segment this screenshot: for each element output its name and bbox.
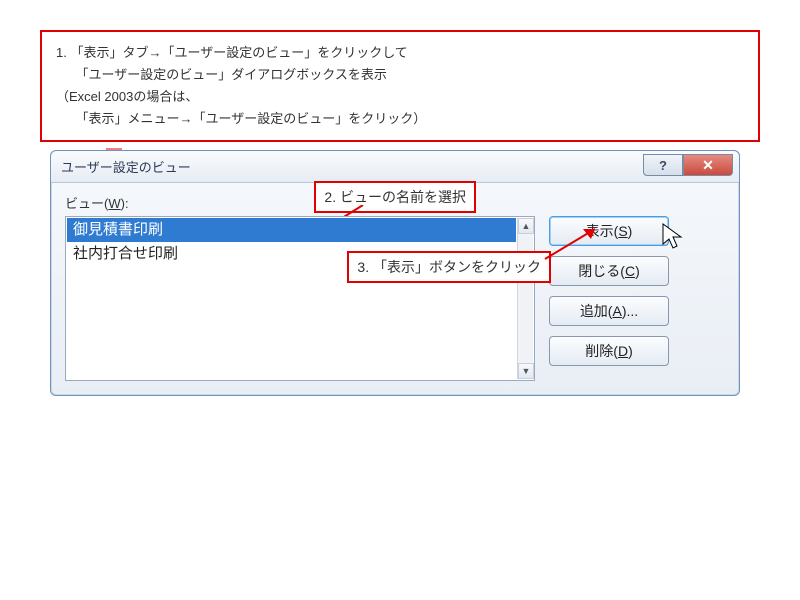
step1-callout: 1. 「表示」タブ→「ユーザー設定のビュー」をクリックして 「ユーザー設定のビュ… (40, 30, 760, 142)
window-close-button[interactable]: ✕ (683, 154, 733, 176)
close-button[interactable]: 閉じる(C) (549, 256, 669, 286)
step1-line2: 「ユーザー設定のビュー」ダイアログボックスを表示 (56, 64, 744, 86)
custom-views-dialog: ユーザー設定のビュー ? ✕ 2. ビューの名前を選択 ビュー(W) (50, 150, 740, 396)
listbox-scrollbar[interactable]: ▲ ▼ (517, 218, 533, 379)
add-button[interactable]: 追加(A)... (549, 296, 669, 326)
list-item[interactable]: 御見積書印刷 (67, 218, 516, 242)
scroll-down-button[interactable]: ▼ (518, 363, 534, 379)
step1-line1: 1. 「表示」タブ→「ユーザー設定のビュー」をクリックして (56, 42, 744, 64)
close-icon: ✕ (702, 157, 714, 174)
dialog-title: ユーザー設定のビュー (61, 157, 191, 176)
chevron-up-icon: ▲ (522, 221, 531, 231)
dialog-body: 2. ビューの名前を選択 ビュー(W): 御見積書印刷 社内打合せ印刷 (51, 183, 739, 395)
step1-line3: （Excel 2003の場合は、 (56, 86, 744, 108)
views-listbox[interactable]: 御見積書印刷 社内打合せ印刷 ▲ ▼ (65, 216, 535, 381)
step3-callout: 3. 「表示」ボタンをクリック (347, 251, 551, 283)
dialog-titlebar[interactable]: ユーザー設定のビュー ? ✕ (51, 151, 739, 183)
step1-line4: 「表示」メニュー→「ユーザー設定のビュー」をクリック） (56, 108, 744, 130)
chevron-down-icon: ▼ (522, 366, 531, 376)
show-button[interactable]: 表示(S) (549, 216, 669, 246)
help-button[interactable]: ? (643, 154, 683, 176)
scroll-up-button[interactable]: ▲ (518, 218, 534, 234)
help-icon: ? (659, 158, 667, 173)
delete-button[interactable]: 削除(D) (549, 336, 669, 366)
step2-callout: 2. ビューの名前を選択 (314, 181, 476, 213)
